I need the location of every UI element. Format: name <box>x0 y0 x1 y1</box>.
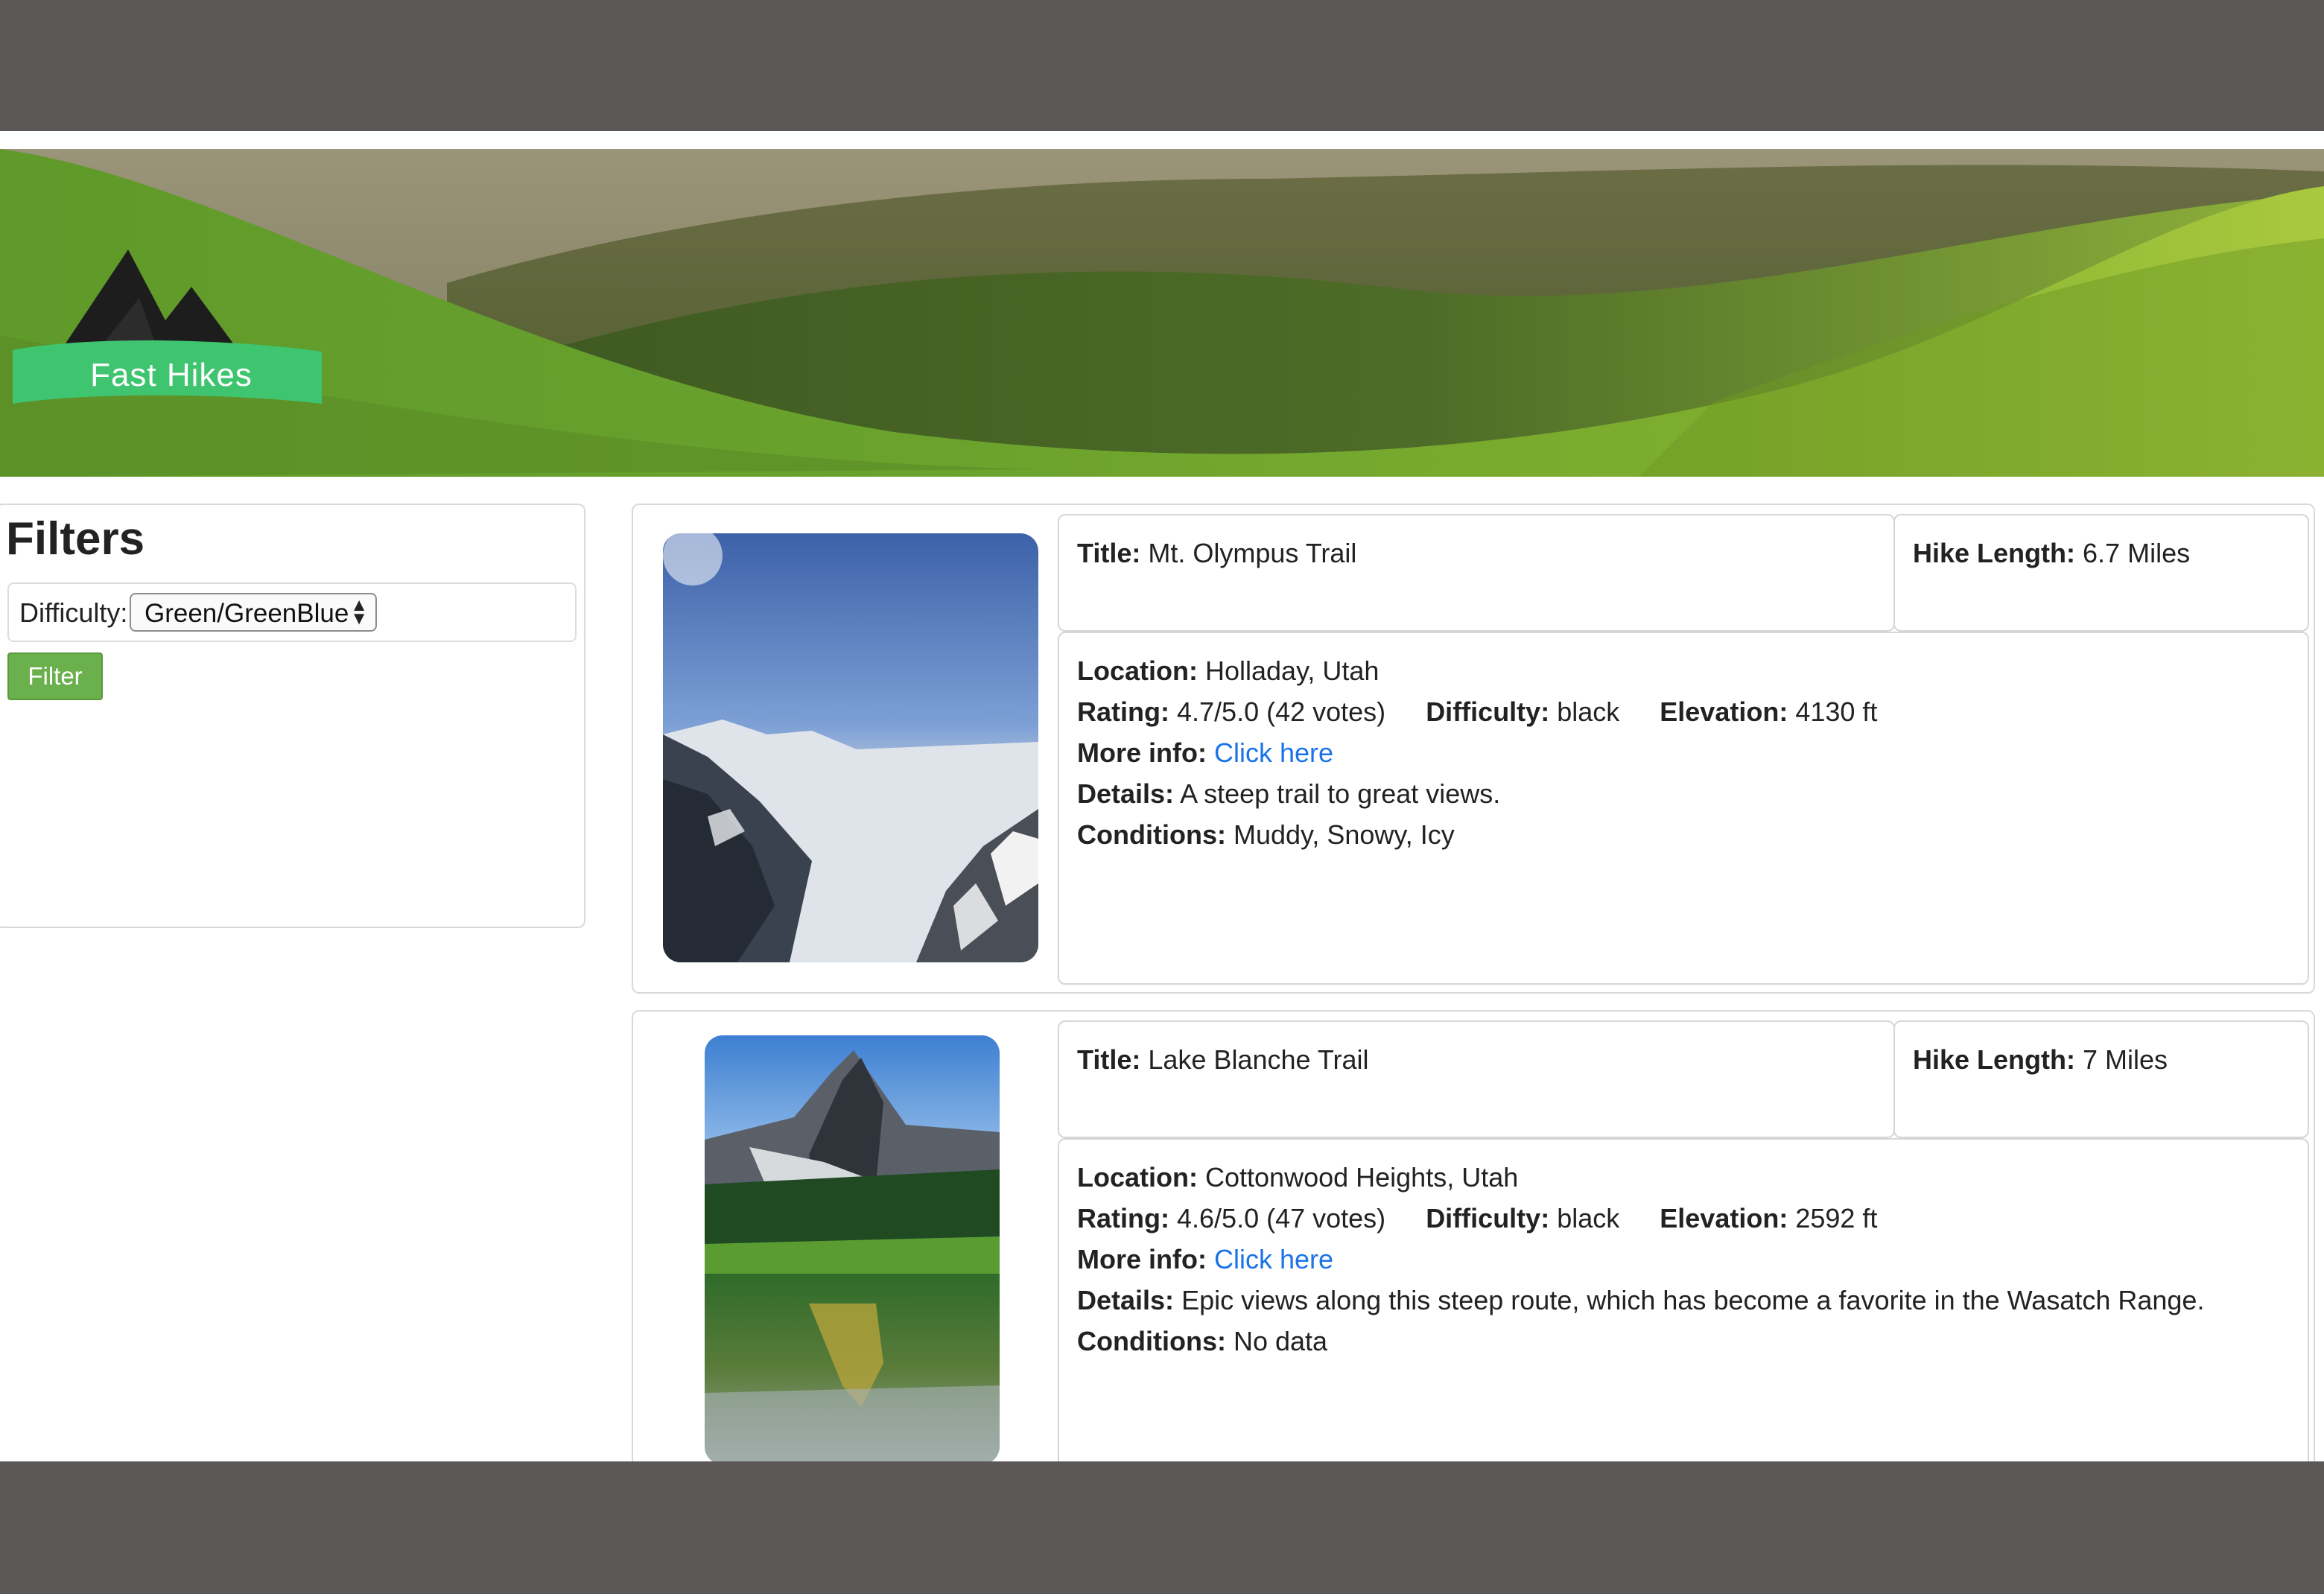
rating-label: Rating: <box>1077 1203 1169 1233</box>
difficulty-select[interactable]: Green/GreenBlue ▲ ▼ <box>130 593 377 632</box>
hike-title: Lake Blanche Trail <box>1148 1044 1369 1075</box>
hike-length: 6.7 Miles <box>2083 538 2191 568</box>
elevation-label: Elevation: <box>1660 1203 1788 1233</box>
difficulty-label: Difficulty: <box>1426 696 1550 727</box>
mountain-photo-image <box>663 533 1038 962</box>
details-label: Details: <box>1077 778 1175 809</box>
title-label: Title: <box>1077 1044 1141 1075</box>
fast-hikes-logo[interactable]: Fast Hikes <box>9 209 322 432</box>
more-info-link[interactable]: Click here <box>1214 737 1333 768</box>
hike-length: 7 Miles <box>2083 1044 2168 1075</box>
title-label: Title: <box>1077 538 1141 568</box>
header-banner: Fast Hikes <box>0 149 2324 477</box>
conditions-label: Conditions: <box>1077 819 1226 850</box>
hike-conditions: No data <box>1233 1326 1328 1356</box>
more-info-label: More info: <box>1077 1244 1207 1274</box>
hills-landscape-image <box>0 149 2324 477</box>
hike-info-cell: Location: Cottonwood Heights, Utah Ratin… <box>1058 1138 2309 1461</box>
hike-title-cell: Title: Mt. Olympus Trail <box>1058 514 1895 632</box>
hike-photo <box>705 1035 1000 1461</box>
location-label: Location: <box>1077 1162 1198 1193</box>
hike-location: Cottonwood Heights, Utah <box>1205 1162 1519 1193</box>
difficulty-select-value: Green/GreenBlue <box>145 599 349 628</box>
hike-details: Epic views along this steep route, which… <box>1181 1285 2205 1315</box>
hike-length-label: Hike Length: <box>1913 1044 2076 1075</box>
location-label: Location: <box>1077 655 1198 686</box>
more-info-label: More info: <box>1077 737 1207 768</box>
conditions-label: Conditions: <box>1077 1326 1226 1356</box>
rating-label: Rating: <box>1077 696 1169 727</box>
difficulty-label: Difficulty: <box>19 597 128 628</box>
hike-photo <box>663 533 1038 962</box>
hike-difficulty: black <box>1557 1203 1620 1233</box>
select-updown-icon: ▲ ▼ <box>350 595 368 629</box>
elevation-label: Elevation: <box>1660 696 1788 727</box>
details-label: Details: <box>1077 1285 1175 1315</box>
difficulty-filter-row: Difficulty: Green/GreenBlue ▲ ▼ <box>7 582 577 642</box>
hike-conditions: Muddy, Snowy, Icy <box>1233 819 1455 850</box>
logo-text: Fast Hikes <box>90 357 253 393</box>
hike-length-cell: Hike Length: 7 Miles <box>1893 1020 2309 1138</box>
hike-rating: 4.6/5.0 (47 votes) <box>1177 1203 1386 1233</box>
page: Fast Hikes Filters Difficulty: Green/Gre… <box>0 131 2324 1461</box>
hike-info-cell: Location: Holladay, Utah Rating: 4.7/5.0… <box>1058 632 2309 985</box>
filter-button[interactable]: Filter <box>7 652 103 700</box>
difficulty-label: Difficulty: <box>1426 1203 1550 1233</box>
hike-title: Mt. Olympus Trail <box>1148 538 1357 568</box>
filters-title: Filters <box>6 513 145 565</box>
lake-mountain-photo-image <box>705 1035 1000 1461</box>
filters-panel: Filters Difficulty: Green/GreenBlue ▲ ▼ F… <box>0 504 585 928</box>
hike-card: Title: Lake Blanche Trail Hike Length: 7… <box>632 1010 2315 1461</box>
hike-details: A steep trail to great views. <box>1180 778 1501 809</box>
hike-rating: 4.7/5.0 (42 votes) <box>1177 696 1386 727</box>
hike-length-label: Hike Length: <box>1913 538 2076 568</box>
hike-title-cell: Title: Lake Blanche Trail <box>1058 1020 1895 1138</box>
hike-length-cell: Hike Length: 6.7 Miles <box>1893 514 2309 632</box>
hike-location: Holladay, Utah <box>1205 655 1380 686</box>
hike-difficulty: black <box>1557 696 1620 727</box>
hike-card: Title: Mt. Olympus Trail Hike Length: 6.… <box>632 504 2315 994</box>
hike-elevation: 2592 ft <box>1795 1203 1878 1233</box>
hike-elevation: 4130 ft <box>1795 696 1878 727</box>
more-info-link[interactable]: Click here <box>1214 1244 1333 1274</box>
